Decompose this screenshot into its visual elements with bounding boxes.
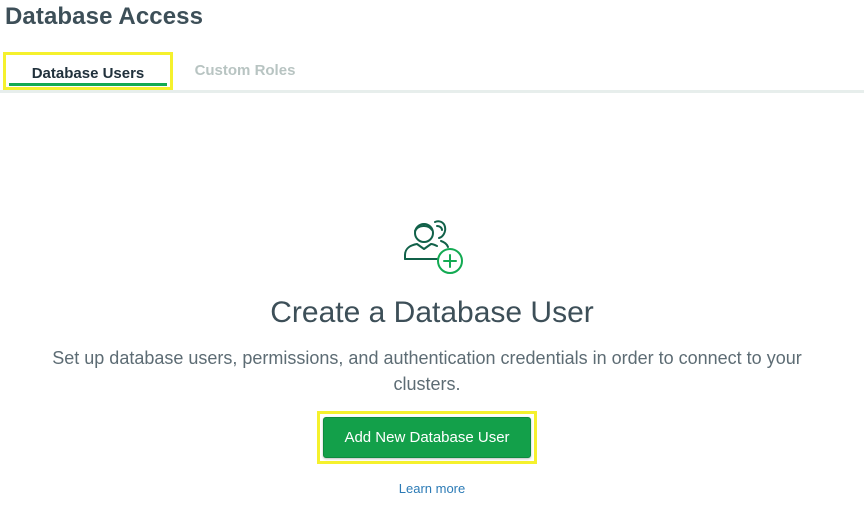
tab-custom-roles[interactable]: Custom Roles xyxy=(180,52,310,90)
active-tab-indicator xyxy=(9,83,167,86)
page-title: Database Access xyxy=(5,3,204,30)
learn-more-link[interactable]: Learn more xyxy=(0,481,864,496)
empty-state: Create a Database User Set up database u… xyxy=(0,210,864,496)
tab-database-users[interactable]: Database Users xyxy=(3,52,173,90)
empty-state-description: Set up database users, permissions, and … xyxy=(52,348,802,394)
tab-custom-roles-label: Custom Roles xyxy=(194,62,296,79)
tab-database-users-label: Database Users xyxy=(31,65,145,82)
users-add-icon xyxy=(404,220,463,274)
tab-bar: Database Users Custom Roles xyxy=(0,52,864,93)
add-user-button-highlight: Add New Database User xyxy=(317,411,537,464)
empty-state-title: Create a Database User xyxy=(270,296,594,329)
add-new-database-user-button[interactable]: Add New Database User xyxy=(323,417,531,458)
